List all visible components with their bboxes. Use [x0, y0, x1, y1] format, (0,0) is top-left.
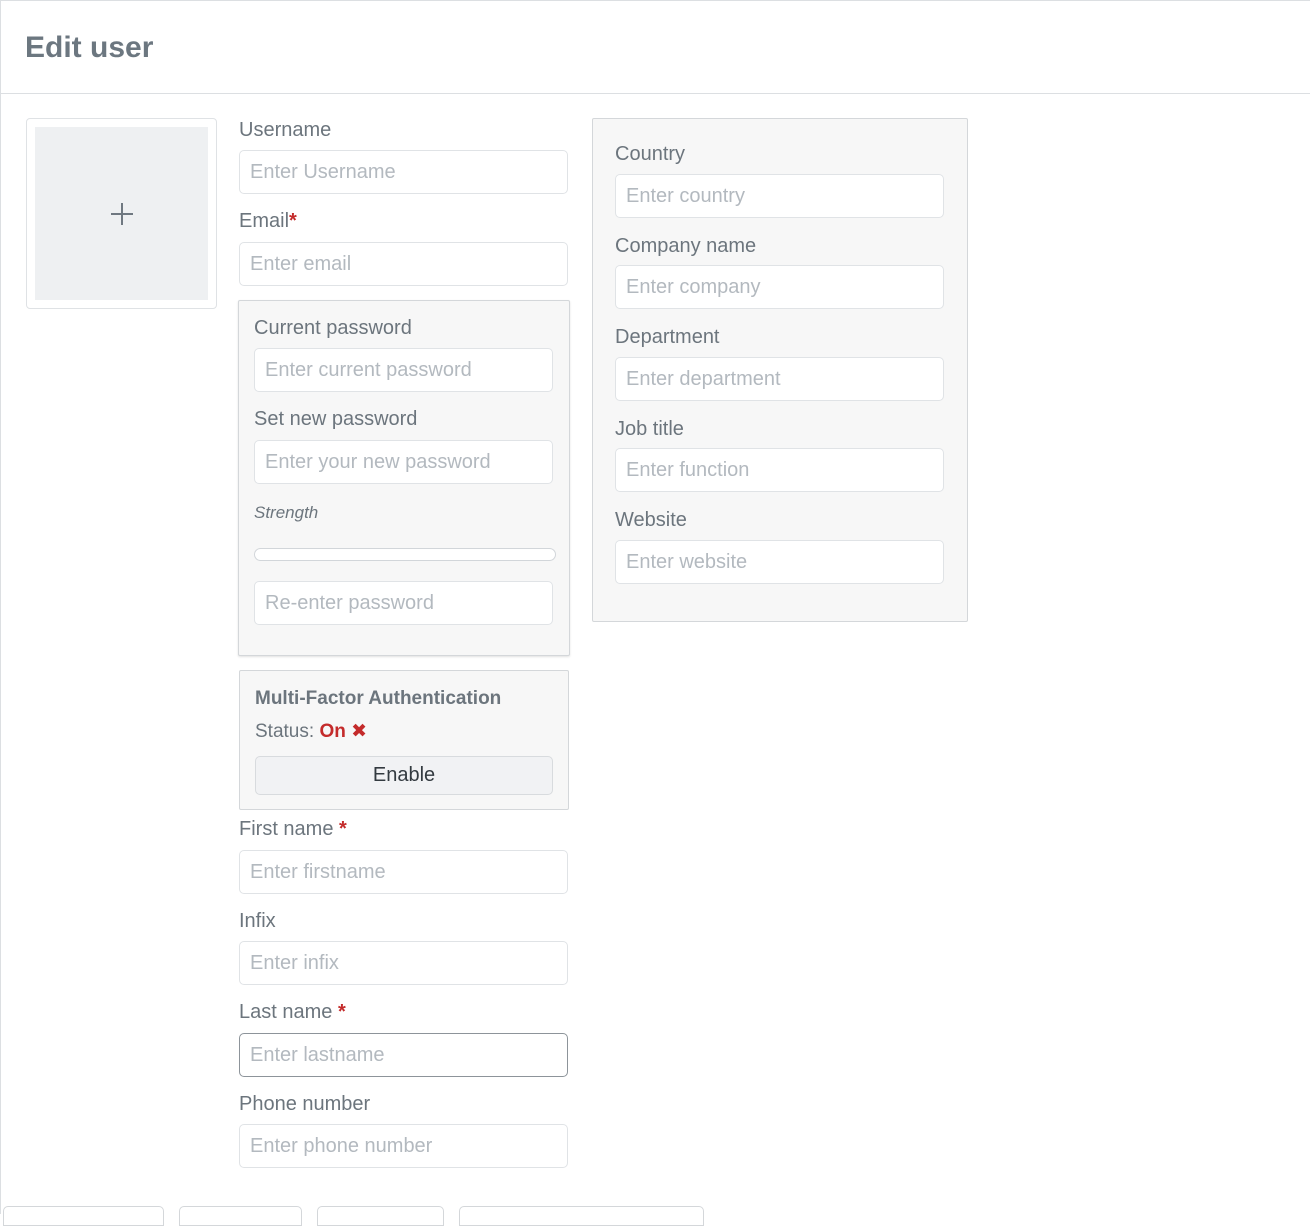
infix-label: Infix — [239, 910, 276, 932]
department-input[interactable] — [615, 357, 944, 401]
edit-user-page: Edit user Username Email* Current passwo… — [0, 0, 1310, 1226]
phone-label: Phone number — [239, 1093, 371, 1115]
country-label: Country — [615, 143, 686, 165]
username-label: Username — [239, 119, 332, 141]
job-title-label: Job title — [615, 418, 684, 440]
department-label: Department — [615, 326, 720, 348]
bottom-button-1[interactable] — [3, 1206, 164, 1226]
avatar-upload-button[interactable] — [35, 127, 208, 300]
website-label: Website — [615, 509, 687, 531]
last-name-label: Last name * — [239, 1001, 346, 1023]
mfa-status: Status: On ✖ — [255, 720, 367, 743]
password-strength-bar — [254, 548, 556, 561]
job-title-input[interactable] — [615, 448, 944, 492]
website-input[interactable] — [615, 540, 944, 584]
required-mark: * — [339, 818, 347, 840]
current-password-input[interactable] — [254, 348, 553, 392]
required-mark: * — [289, 210, 297, 232]
infix-input[interactable] — [239, 941, 568, 985]
email-label: Email* — [239, 210, 297, 232]
page-title: Edit user — [25, 31, 154, 64]
mfa-panel: Multi-Factor Authentication Status: On ✖… — [239, 670, 569, 810]
mfa-status-value: On — [319, 721, 346, 742]
company-name-label: Company name — [615, 235, 757, 257]
x-mark-icon: ✖ — [351, 721, 368, 742]
mfa-enable-button[interactable]: Enable — [255, 756, 553, 795]
bottom-button-2[interactable] — [179, 1206, 302, 1226]
plus-icon — [110, 202, 133, 225]
phone-input[interactable] — [239, 1124, 568, 1168]
mfa-status-label: Status: — [255, 721, 315, 742]
email-input[interactable] — [239, 242, 568, 286]
bottom-button-3[interactable] — [317, 1206, 444, 1226]
new-password-input[interactable] — [254, 440, 553, 484]
first-name-input[interactable] — [239, 850, 568, 894]
page-header: Edit user — [1, 1, 1310, 94]
avatar-upload — [26, 118, 217, 309]
company-panel: Country Company name Department Job titl… — [592, 118, 968, 622]
current-password-label: Current password — [254, 317, 412, 339]
company-name-input[interactable] — [615, 265, 944, 309]
required-mark: * — [337, 1001, 346, 1023]
mfa-title: Multi-Factor Authentication — [255, 688, 502, 709]
bottom-button-4[interactable] — [459, 1206, 704, 1226]
last-name-input[interactable] — [239, 1033, 568, 1077]
password-panel: Current password Set new password Streng… — [238, 300, 570, 656]
username-input[interactable] — [239, 150, 568, 194]
strength-label: Strength — [254, 503, 319, 522]
first-name-label: First name * — [239, 818, 347, 840]
country-input[interactable] — [615, 174, 944, 218]
new-password-label: Set new password — [254, 408, 418, 430]
reenter-password-input[interactable] — [254, 581, 553, 625]
